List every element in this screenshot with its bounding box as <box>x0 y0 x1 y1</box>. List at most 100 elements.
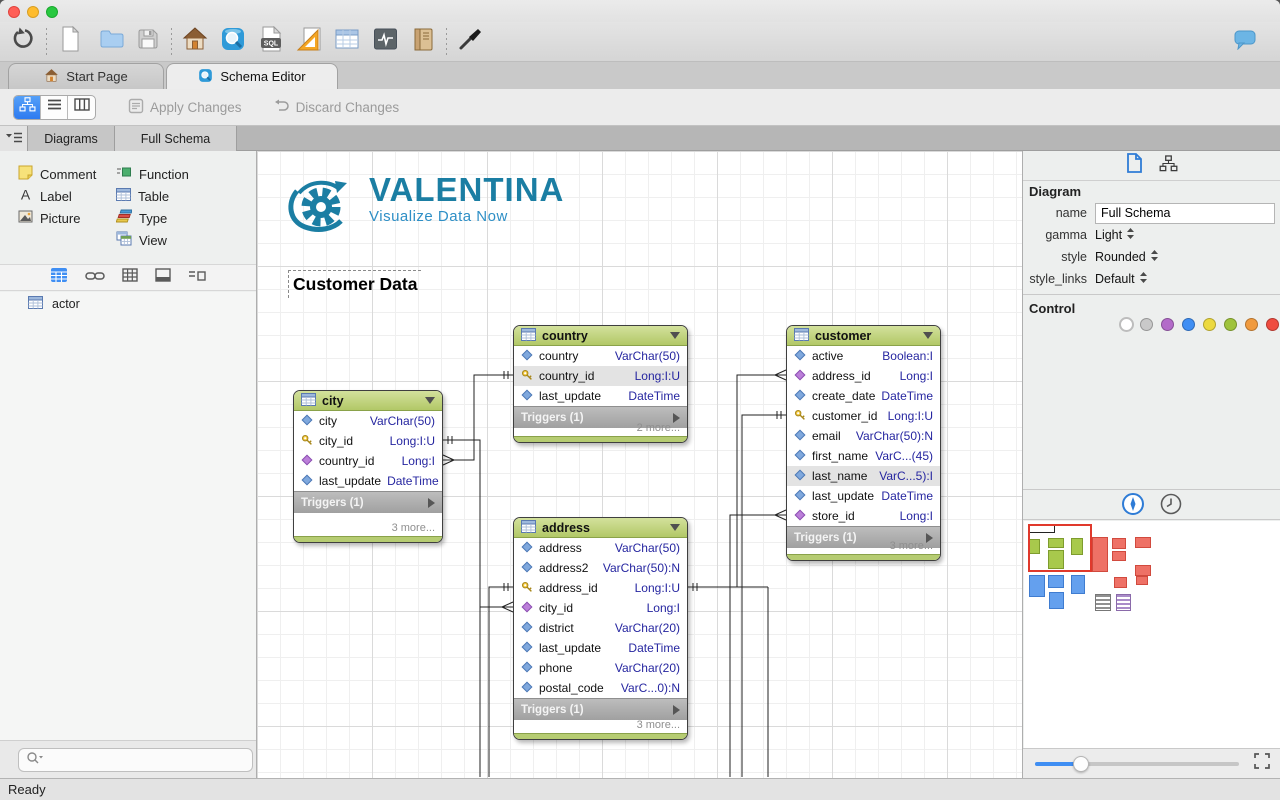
minimize-button[interactable] <box>27 6 39 18</box>
table-field-row[interactable]: postal_code VarC...0):N <box>514 678 687 698</box>
table-field-row[interactable]: country VarChar(50) <box>514 346 687 366</box>
triggers-bar[interactable]: Triggers (1) <box>294 491 442 513</box>
color-dot-selected[interactable] <box>1119 317 1134 332</box>
table-field-row[interactable]: country_id Long:I <box>294 451 442 471</box>
panel-menu-button[interactable] <box>0 126 28 151</box>
navigator-compass-icon[interactable] <box>1121 493 1144 520</box>
table-field-row[interactable]: store_id Long:I <box>787 506 940 526</box>
table-field-row[interactable]: country_id Long:I:U <box>514 366 687 386</box>
chevron-down-icon[interactable] <box>425 397 435 404</box>
table-field-row[interactable]: customer_id Long:I:U <box>787 406 940 426</box>
diagram-table-country[interactable]: country country VarChar(50) country_id Long:… <box>513 325 688 443</box>
table-field-row[interactable]: last_update DateTime <box>514 638 687 658</box>
color-dot[interactable] <box>1182 318 1195 331</box>
palette-item-view[interactable]: View <box>116 231 167 249</box>
search-box[interactable] <box>18 748 253 772</box>
table-field-row[interactable]: city VarChar(50) <box>294 411 442 431</box>
table-field-row[interactable]: last_update DateTime <box>514 386 687 406</box>
table-button[interactable] <box>332 27 362 57</box>
table-header[interactable]: address <box>514 518 687 538</box>
palette-item-type[interactable]: Type <box>115 209 167 227</box>
object-list-item-actor[interactable]: actor <box>0 292 256 316</box>
search-input[interactable] <box>46 753 252 767</box>
minimap-viewport[interactable] <box>1028 524 1092 572</box>
table-field-row[interactable]: create_date DateTime <box>787 386 940 406</box>
diagram-table-city[interactable]: city city VarChar(50) city_id Long:I:U countr… <box>293 390 443 543</box>
style_links-dropdown[interactable]: Default <box>1095 271 1148 287</box>
tables-filter-button[interactable] <box>50 267 68 288</box>
structure-tab-icon[interactable] <box>1159 154 1178 177</box>
panel-filter-button[interactable] <box>155 268 171 287</box>
schema-editor-button[interactable] <box>218 27 248 57</box>
table-field-row[interactable]: active Boolean:I <box>787 346 940 366</box>
more-fields-label[interactable]: 3 more... <box>637 719 680 731</box>
color-dot[interactable] <box>1140 318 1153 331</box>
fit-to-window-button[interactable] <box>1253 752 1271 775</box>
table-field-row[interactable]: first_name VarC...(45) <box>787 446 940 466</box>
diagram-design-button[interactable] <box>294 27 324 57</box>
table-header[interactable]: country <box>514 326 687 346</box>
more-fields-label[interactable]: 3 more... <box>890 540 933 552</box>
diagram-table-customer[interactable]: customer active Boolean:I address_id Long:I c… <box>786 325 941 561</box>
table-field-row[interactable]: address_id Long:I:U <box>514 578 687 598</box>
list-view-button[interactable] <box>41 95 68 119</box>
chevron-down-icon[interactable] <box>670 332 680 339</box>
grid-filter-button[interactable] <box>122 268 138 287</box>
table-field-row[interactable]: email VarChar(50):N <box>787 426 940 446</box>
expand-arrow-icon[interactable] <box>673 704 680 715</box>
report-button[interactable] <box>408 27 438 57</box>
server-monitor-button[interactable] <box>370 27 400 57</box>
more-fields-label[interactable]: 2 more... <box>637 422 680 434</box>
palette-item-comment[interactable]: Comment <box>18 165 96 183</box>
list-filter-button[interactable] <box>188 269 206 287</box>
color-dot[interactable] <box>1203 318 1216 331</box>
table-field-row[interactable]: address VarChar(50) <box>514 538 687 558</box>
name-input[interactable] <box>1095 202 1275 224</box>
triggers-bar[interactable]: Triggers (1) <box>514 698 687 720</box>
tab-diagrams[interactable]: Diagrams <box>28 126 115 151</box>
palette-item-picture[interactable]: Picture <box>18 209 80 227</box>
expand-arrow-icon[interactable] <box>673 412 680 423</box>
zoom-slider[interactable] <box>1035 755 1239 772</box>
sql-editor-button[interactable]: SQL <box>256 25 286 57</box>
table-field-row[interactable]: address_id Long:I <box>787 366 940 386</box>
close-button[interactable] <box>8 6 20 18</box>
expand-arrow-icon[interactable] <box>428 497 435 508</box>
save-button[interactable] <box>133 27 163 57</box>
chevron-down-icon[interactable] <box>670 524 680 531</box>
table-field-row[interactable]: phone VarChar(20) <box>514 658 687 678</box>
zoom-button[interactable] <box>46 6 58 18</box>
valentina-logo[interactable]: VALENTINA Visualize Data Now <box>285 173 564 240</box>
table-field-row[interactable]: city_id Long:I <box>514 598 687 618</box>
links-filter-button[interactable] <box>85 269 105 287</box>
undo-button[interactable] <box>8 27 38 57</box>
feedback-button[interactable] <box>1230 27 1260 57</box>
style-dropdown[interactable]: Rounded <box>1095 249 1159 265</box>
tab-schema-editor[interactable]: Schema Editor <box>166 63 338 89</box>
tab-full-schema[interactable]: Full Schema <box>115 126 237 151</box>
open-button[interactable] <box>97 27 127 57</box>
diagram-table-address[interactable]: address address VarChar(50) address2 VarChar… <box>513 517 688 740</box>
color-dot[interactable] <box>1245 318 1258 331</box>
more-fields-label[interactable]: 3 more... <box>392 522 435 534</box>
diagram-view-button[interactable] <box>14 95 41 119</box>
home-button[interactable] <box>180 27 210 57</box>
diagram-canvas[interactable]: VALENTINA Visualize Data Now Customer Da… <box>257 151 1022 778</box>
table-header[interactable]: city <box>294 391 442 411</box>
discard-changes-button[interactable]: Discard Changes <box>274 99 399 116</box>
table-field-row[interactable]: last_update DateTime <box>294 471 442 491</box>
diagram-minimap[interactable] <box>1024 521 1280 748</box>
column-view-button[interactable] <box>68 96 95 119</box>
palette-item-label[interactable]: A Label <box>18 187 72 205</box>
table-field-row[interactable]: last_name VarC...5):I <box>787 466 940 486</box>
table-field-row[interactable]: address2 VarChar(50):N <box>514 558 687 578</box>
color-dot[interactable] <box>1161 318 1174 331</box>
properties-tab-icon[interactable] <box>1126 153 1143 178</box>
diagram-note-label[interactable]: Customer Data <box>288 270 421 298</box>
table-field-row[interactable]: last_update DateTime <box>787 486 940 506</box>
palette-item-table[interactable]: Table <box>116 187 169 205</box>
brush-button[interactable] <box>455 27 485 57</box>
zoom-slider-thumb[interactable] <box>1073 755 1089 772</box>
table-field-row[interactable]: city_id Long:I:U <box>294 431 442 451</box>
apply-changes-button[interactable]: Apply Changes <box>128 98 242 117</box>
